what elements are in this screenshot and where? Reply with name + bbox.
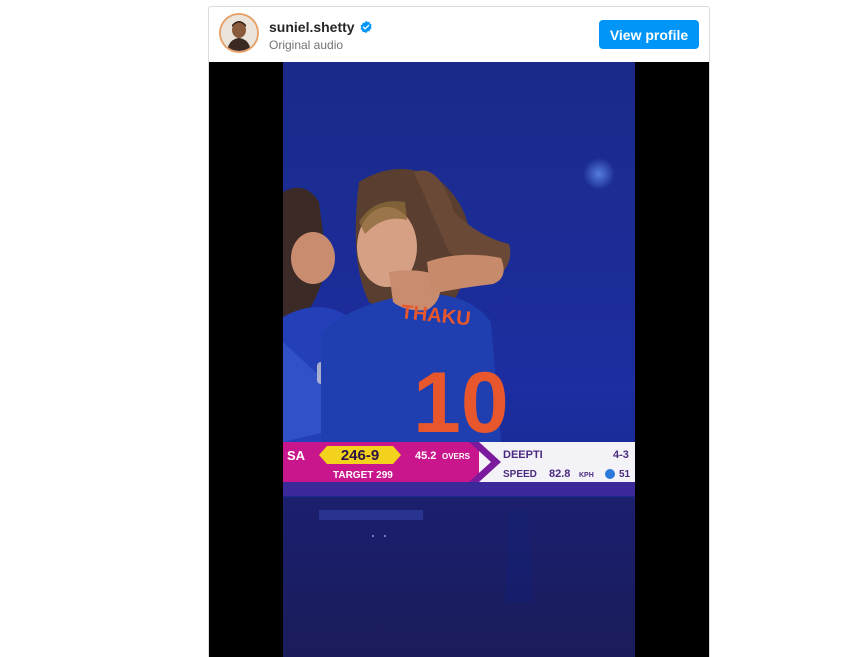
speed-label: SPEED <box>503 469 537 480</box>
bowler-figures: 4-3 <box>613 449 629 461</box>
verified-badge-icon <box>360 20 372 34</box>
ball-icon <box>605 469 615 479</box>
post-header: suniel.shetty Original audio View profil… <box>209 7 709 62</box>
bowler-name: DEEPTI <box>503 449 543 461</box>
scorebar: SA 246-9 45.2 OVERS TARGET 299 DEEPTI 4-… <box>283 442 635 482</box>
video-frame: THAKU 10 SA 246-9 45.2 OVERS TARGET 299 … <box>283 62 635 657</box>
team-label: SA <box>287 448 306 463</box>
username[interactable]: suniel.shetty <box>269 19 355 35</box>
jersey-number: 10 <box>413 355 509 451</box>
score-value: 246-9 <box>341 447 379 464</box>
instagram-embed: suniel.shetty Original audio View profil… <box>208 6 710 657</box>
trailing-value: 51 <box>619 469 631 480</box>
view-profile-button[interactable]: View profile <box>599 20 699 49</box>
speed-unit: KPH <box>579 472 594 479</box>
speed-value: 82.8 <box>549 468 570 480</box>
overs-label: OVERS <box>442 452 471 461</box>
username-row: suniel.shetty <box>269 19 373 35</box>
video-player[interactable]: THAKU 10 SA 246-9 45.2 OVERS TARGET 299 … <box>209 62 709 657</box>
audio-subtitle[interactable]: Original audio <box>269 38 343 52</box>
target-label: TARGET 299 <box>333 470 393 481</box>
avatar[interactable] <box>221 15 257 51</box>
overs-value: 45.2 <box>415 450 436 462</box>
